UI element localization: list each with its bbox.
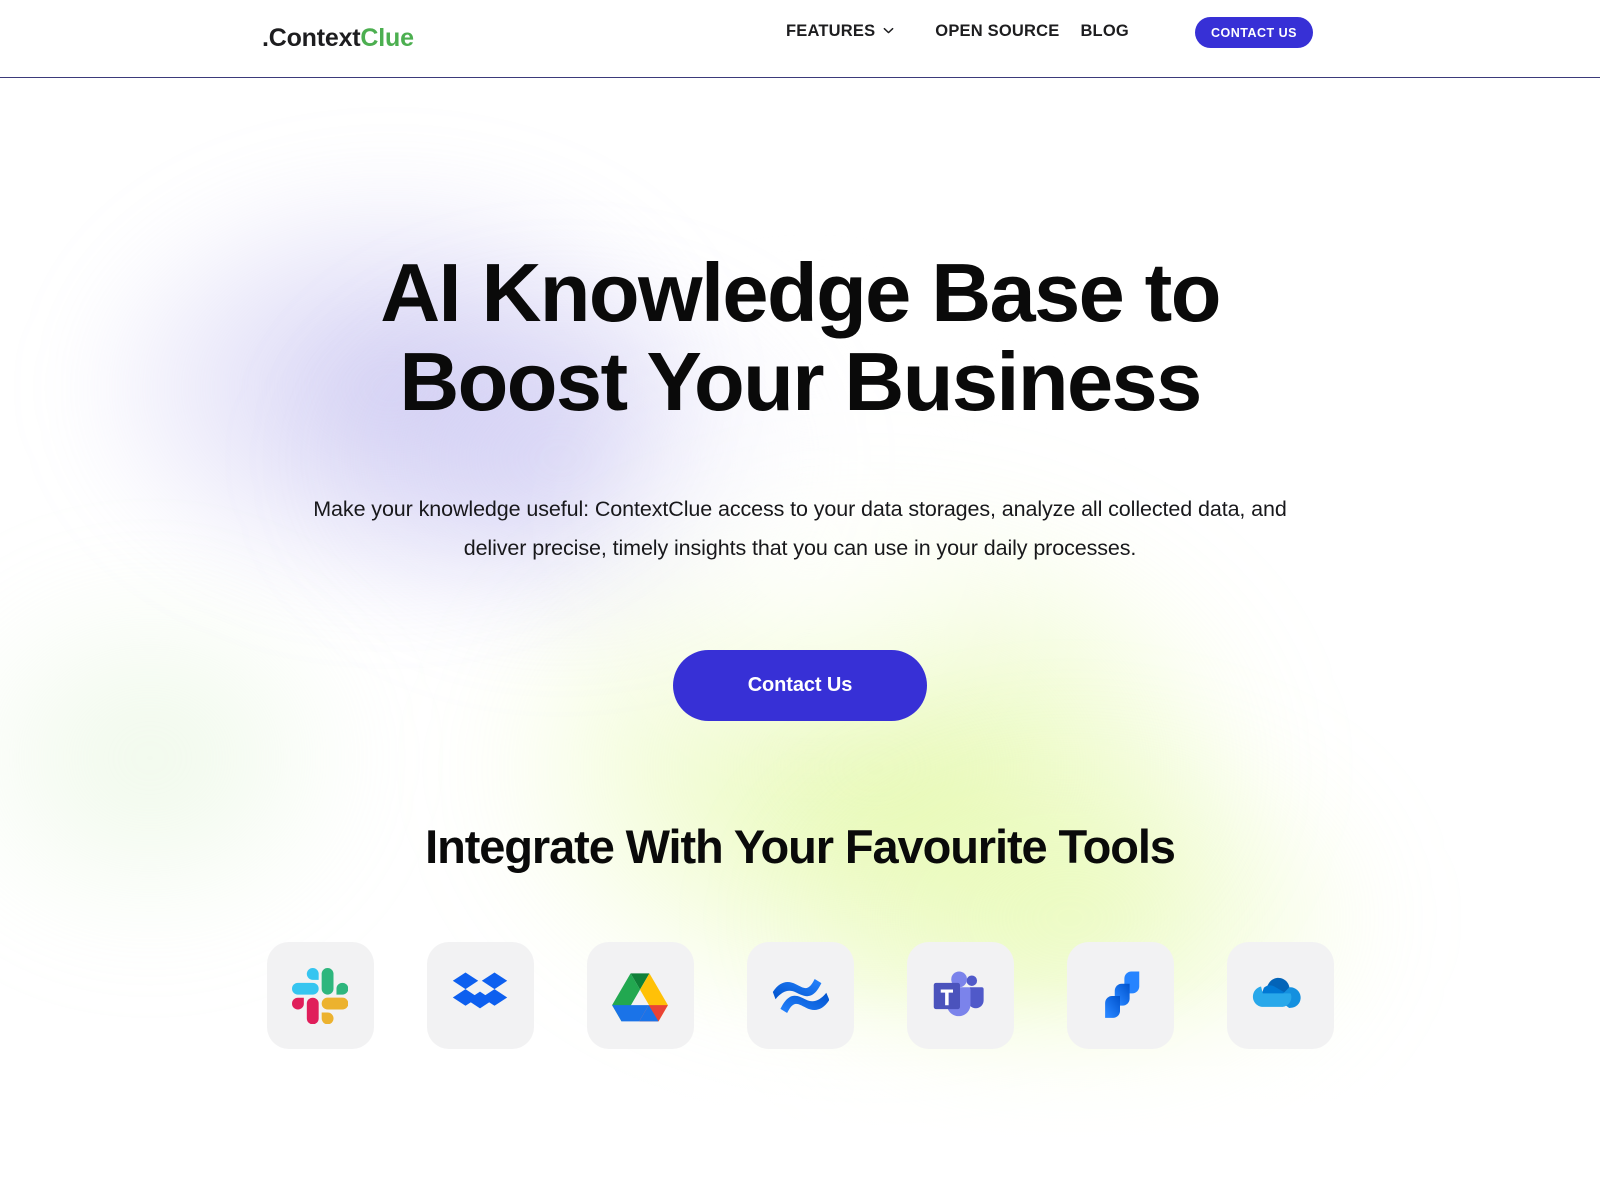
jira-icon	[1092, 968, 1148, 1024]
slack-icon	[292, 967, 348, 1024]
logo-name: Context	[268, 24, 361, 52]
nav-item-features-label: FEATURES	[786, 22, 876, 40]
logo[interactable]: .ContextClue	[262, 24, 414, 53]
hero-cta-container: Contact Us	[0, 650, 1600, 721]
confluence-icon	[771, 967, 829, 1025]
hero-contact-us-button[interactable]: Contact Us	[673, 650, 927, 721]
page-title-line-1: AI Knowledge Base to	[380, 246, 1221, 339]
integration-tile-google-drive[interactable]	[586, 942, 694, 1049]
integrations-row	[0, 942, 1600, 1049]
integration-tile-dropbox[interactable]	[426, 942, 534, 1049]
integration-tile-onedrive[interactable]	[1226, 942, 1334, 1049]
page-title-line-2: Boost Your Business	[399, 335, 1202, 428]
nav-item-open-source-label: OPEN SOURCE	[935, 22, 1060, 40]
main-navigation: FEATURES OPEN SOURCE BLOG	[786, 18, 1129, 45]
logo-accent: Clue	[360, 24, 414, 52]
integration-tile-slack[interactable]	[266, 942, 374, 1049]
header-contact-us-button[interactable]: CONTACT US	[1195, 17, 1313, 48]
site-header: .ContextClue FEATURES OPEN SOURCE BLOG C…	[0, 0, 1600, 78]
nav-item-blog-label: BLOG	[1080, 22, 1129, 40]
hero-section: AI Knowledge Base to Boost Your Business…	[0, 248, 1600, 1049]
onedrive-icon	[1250, 966, 1310, 1026]
hero-subtitle: Make your knowledge useful: ContextClue …	[313, 497, 1287, 560]
chevron-down-icon	[883, 25, 894, 36]
integration-tile-jira[interactable]	[1066, 942, 1174, 1049]
logo-dot: .	[262, 24, 269, 52]
dropbox-icon	[451, 967, 509, 1025]
integration-tile-microsoft-teams[interactable]	[906, 942, 1014, 1049]
microsoft-teams-icon	[932, 968, 988, 1024]
nav-item-blog[interactable]: BLOG	[1080, 18, 1128, 45]
nav-item-features[interactable]: FEATURES	[786, 18, 894, 45]
nav-item-open-source[interactable]: OPEN SOURCE	[935, 18, 1059, 45]
integrations-title: Integrate With Your Favourite Tools	[425, 820, 1176, 873]
integration-tile-confluence[interactable]	[746, 942, 854, 1049]
google-drive-icon	[611, 967, 669, 1025]
page-title: AI Knowledge Base to Boost Your Business	[0, 248, 1600, 426]
